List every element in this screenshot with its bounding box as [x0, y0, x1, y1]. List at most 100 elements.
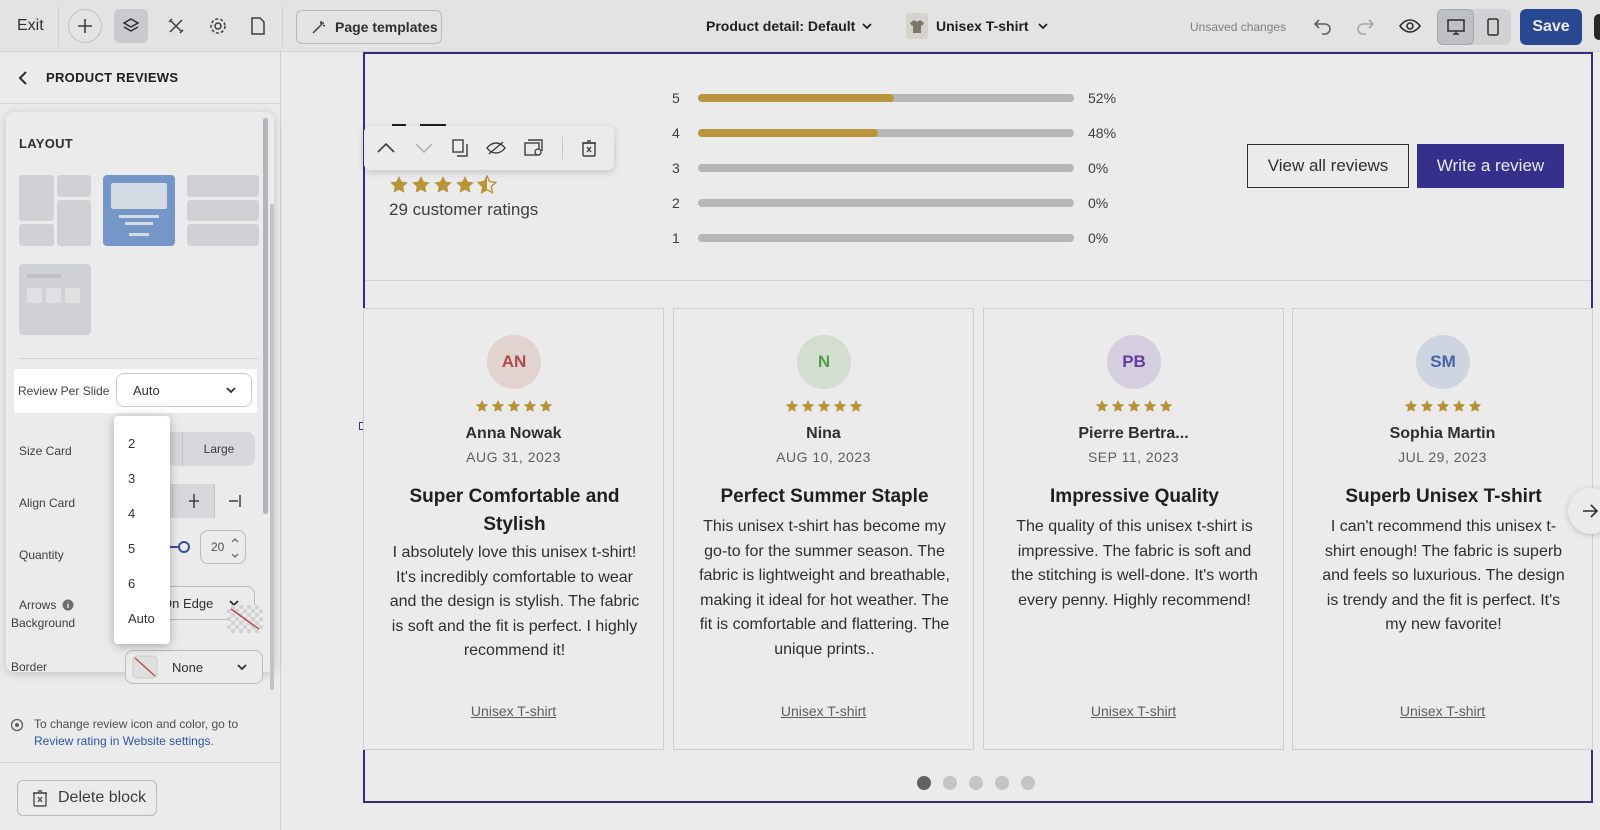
back-arrow-icon[interactable]: [18, 70, 28, 85]
layout-option-carousel[interactable]: [103, 175, 175, 246]
star-icon: [390, 176, 408, 193]
star-icon: [523, 400, 536, 412]
dropdown-option[interactable]: 2: [114, 426, 170, 461]
desktop-view-button[interactable]: [1437, 9, 1474, 45]
preview-button[interactable]: [1397, 13, 1423, 39]
rating-bar-star: 4: [672, 125, 680, 141]
review-product-link[interactable]: Unisex T-shirt: [364, 703, 663, 719]
layout-option-masonry[interactable]: [19, 175, 91, 246]
reviewer-name: Pierre Bertra...: [1078, 425, 1189, 442]
panel-scrollbar[interactable]: [263, 118, 268, 514]
add-button[interactable]: [68, 9, 102, 43]
align-right-option[interactable]: [214, 484, 255, 518]
size-card-large[interactable]: Large: [182, 432, 255, 466]
quantity-input[interactable]: 20: [200, 530, 246, 564]
rating-bar-percent: 0%: [1088, 195, 1109, 211]
star-icon: [849, 400, 862, 412]
rating-bar-row: 1 0%: [672, 230, 1108, 246]
tshirt-icon: [910, 20, 924, 33]
gear-icon: [210, 18, 226, 34]
review-body: I can't recommend this unisex t-shirt en…: [1322, 518, 1565, 633]
view-all-reviews-button[interactable]: View all reviews: [1247, 144, 1409, 188]
review-body: The quality of this unisex t-shirt is im…: [1011, 518, 1258, 609]
dropdown-option[interactable]: Auto: [114, 601, 170, 636]
no-color-icon: [132, 655, 158, 679]
panel-scrollbar-outer[interactable]: [270, 204, 274, 690]
move-up-icon[interactable]: [376, 142, 396, 154]
mobile-view-button[interactable]: [1474, 9, 1511, 45]
align-center-option[interactable]: [172, 484, 214, 518]
pagination-dot[interactable]: [969, 776, 983, 790]
pages-button[interactable]: [245, 13, 271, 39]
rating-bar-percent: 0%: [1088, 230, 1109, 246]
quantity-slider-handle[interactable]: [178, 541, 190, 553]
ratings-count: 29 customer ratings: [389, 200, 539, 219]
redo-button[interactable]: [1352, 13, 1378, 39]
layers-button[interactable]: [114, 9, 148, 43]
delete-block-label: Delete block: [58, 789, 147, 806]
undo-button[interactable]: [1310, 13, 1336, 39]
review-per-slide-row: Review Per Slide Auto: [14, 369, 257, 413]
review-product-link[interactable]: Unisex T-shirt: [674, 703, 973, 719]
star-icon: [1452, 400, 1465, 412]
layout-option-list[interactable]: [187, 175, 259, 247]
dropdown-option[interactable]: 3: [114, 461, 170, 496]
settings-hint-icon: [10, 718, 24, 732]
theme-button[interactable]: [163, 13, 189, 39]
quantity-label: Quantity: [19, 548, 64, 562]
review-per-slide-select[interactable]: Auto: [116, 373, 252, 407]
dropdown-option[interactable]: 5: [114, 531, 170, 566]
pagination-dot[interactable]: [995, 776, 1009, 790]
hide-icon[interactable]: [486, 140, 506, 156]
desktop-icon: [1446, 19, 1465, 35]
divider: [0, 762, 281, 763]
product-thumbnail: [906, 13, 928, 39]
info-icon: [62, 599, 74, 611]
mobile-icon: [1486, 18, 1499, 36]
review-body: This unisex t-shirt has become my go-to …: [699, 518, 950, 658]
review-title: Superb Unisex T-shirt: [1345, 486, 1542, 507]
duplicate-icon[interactable]: [452, 139, 468, 157]
pagination-dot[interactable]: [943, 776, 957, 790]
save-section-icon[interactable]: [524, 139, 544, 157]
review-body: I absolutely love this unisex t-shirt! I…: [389, 544, 640, 659]
border-select[interactable]: None: [125, 650, 263, 684]
page-templates-button[interactable]: Page templates: [296, 10, 442, 44]
dropdown-option[interactable]: 4: [114, 496, 170, 531]
settings-button[interactable]: [205, 13, 231, 39]
layout-option-slider[interactable]: [19, 264, 91, 335]
star-icon: [833, 400, 846, 412]
review-date: AUG 10, 2023: [776, 449, 871, 465]
page-selector[interactable]: Product detail: Default: [706, 18, 873, 34]
pagination-dot[interactable]: [917, 776, 931, 790]
panel-title: PRODUCT REVIEWS: [46, 70, 179, 85]
rating-bar-row: 2 0%: [672, 195, 1108, 211]
product-selector[interactable]: Unisex T-shirt: [906, 13, 1049, 39]
background-color-swatch[interactable]: [227, 605, 263, 633]
stepper-icon[interactable]: [231, 537, 239, 559]
review-card[interactable]: N Nina AUG 10, 2023 Perfect Summer Staple Th…: [673, 308, 974, 750]
delete-block-button[interactable]: Delete block: [17, 780, 157, 816]
save-button[interactable]: Save: [1520, 9, 1582, 45]
review-card[interactable]: AN Anna Nowak AUG 31, 2023 Super Comfortabl…: [363, 308, 664, 750]
review-product-link[interactable]: Unisex T-shirt: [984, 703, 1283, 719]
dropdown-option[interactable]: 6: [114, 566, 170, 601]
write-review-button[interactable]: Write a review: [1417, 144, 1564, 188]
review-card[interactable]: PB Pierre Bertra... SEP 11, 2023 Impressive…: [983, 308, 1284, 750]
review-product-link[interactable]: Unisex T-shirt: [1293, 703, 1592, 719]
border-select-value: None: [172, 659, 204, 675]
move-down-icon[interactable]: [414, 142, 434, 154]
rating-bar-row: 4 48%: [672, 125, 1116, 141]
rating-bar-star: 1: [672, 230, 680, 246]
chevron-down-icon: [226, 387, 236, 394]
review-rating-settings-link[interactable]: Review rating in Website settings.: [34, 734, 214, 748]
border-label: Border: [11, 660, 48, 674]
review-stars: [1293, 399, 1592, 413]
block-toolbar: [364, 126, 614, 170]
exit-button[interactable]: Exit: [17, 17, 44, 35]
delete-icon[interactable]: [581, 139, 597, 157]
pagination-dot[interactable]: [1021, 776, 1035, 790]
divider: [19, 358, 259, 359]
review-card[interactable]: SM Sophia Martin JUL 29, 2023 Superb Unisex…: [1292, 308, 1593, 750]
review-settings-note: To change review icon and color, go to R…: [0, 702, 281, 750]
